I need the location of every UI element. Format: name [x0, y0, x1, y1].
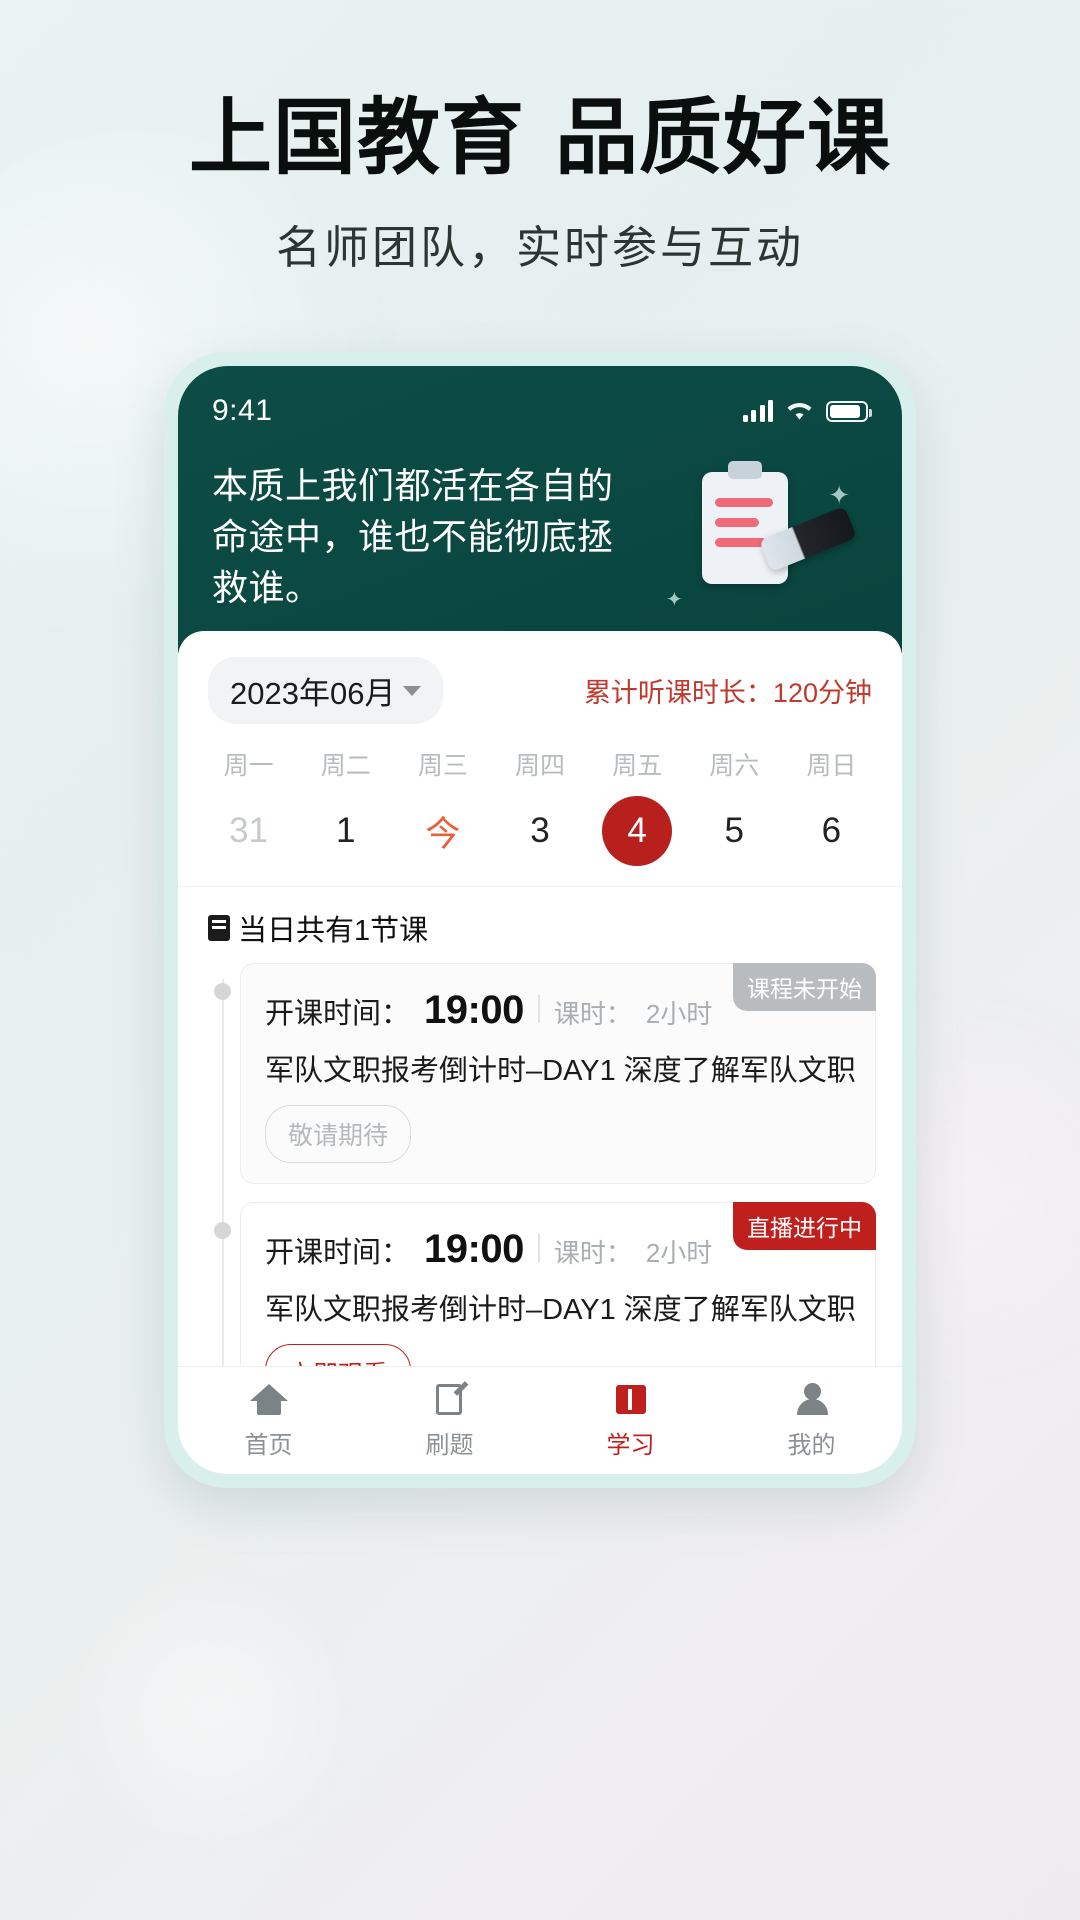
daily-quote: 本质上我们都活在各自的命途中，谁也不能彻底拯救谁。	[212, 465, 614, 609]
divider	[537, 995, 540, 1024]
phone-mockup: 9:41 本质上我们都活在各自的命途中，谁也不能彻底拯救谁。 ✦ ✦ 2023年…	[164, 352, 916, 1488]
date-label: 1	[335, 811, 356, 851]
book-icon	[208, 915, 230, 942]
calendar-header: 2023年06月 累计听课时长：120分钟	[178, 631, 902, 736]
date-cell[interactable]: 1	[297, 796, 394, 866]
duration-label: 课时：	[553, 1238, 632, 1269]
promo-subtitle: 名师团队，实时参与互动	[275, 221, 804, 273]
date-cell[interactable]: 3	[491, 796, 588, 866]
status-indicators	[742, 400, 872, 422]
start-label: 开课时间：	[265, 1237, 411, 1270]
weekday-sat: 周六	[709, 752, 760, 781]
course-action-button[interactable]: 敬请期待	[265, 1105, 412, 1164]
timeline-dot	[214, 1222, 231, 1240]
month-label: 2023年06月	[230, 676, 396, 712]
sparkle-icon-1: ✦	[828, 480, 850, 510]
duration-value: 2小时	[645, 1238, 713, 1269]
paper-pen-icon	[431, 1380, 469, 1418]
date-cell-selected[interactable]: 4	[589, 796, 686, 867]
status-time: 9:41	[212, 394, 273, 427]
tab-label: 学习	[606, 1431, 655, 1459]
timeline-dot	[214, 983, 231, 1001]
date-label: 4	[602, 796, 673, 867]
start-time: 19:00	[424, 988, 524, 1033]
user-icon	[793, 1382, 831, 1418]
tab-home[interactable]: 首页	[178, 1382, 359, 1460]
day-summary: 当日共有1节课	[178, 887, 902, 959]
duration-label: 课时：	[553, 999, 632, 1030]
quote-section: 本质上我们都活在各自的命途中，谁也不能彻底拯救谁。 ✦ ✦	[212, 460, 868, 613]
date-cell[interactable]: 5	[686, 796, 783, 866]
bottom-tab-bar: 首页 刷题 学习 我的	[178, 1366, 902, 1474]
start-label: 开课时间：	[265, 998, 411, 1031]
date-label: 5	[724, 811, 744, 851]
date-label: 3	[530, 811, 550, 851]
tab-label: 刷题	[425, 1431, 474, 1459]
tab-practice[interactable]: 刷题	[359, 1380, 540, 1460]
weekday-thu: 周四	[514, 752, 565, 781]
home-icon	[249, 1382, 288, 1418]
date-cell-today[interactable]: 今	[394, 796, 491, 866]
weekday-row: 周一 周二 周三 周四 周五 周六 周日	[178, 736, 902, 782]
course-title: 军队文职报考倒计时–DAY1 深度了解军队文职	[265, 1055, 856, 1088]
chevron-down-icon	[403, 685, 422, 696]
divider	[537, 1234, 540, 1263]
promo-title: 上国教育 品质好课	[189, 89, 891, 186]
tab-study[interactable]: 学习	[540, 1382, 721, 1460]
date-label: 31	[229, 811, 269, 851]
weekday-tue: 周二	[320, 752, 371, 781]
wifi-icon	[786, 401, 813, 421]
signal-icon	[742, 400, 773, 422]
listening-total: 累计听课时长：120分钟	[583, 678, 872, 709]
duration-value: 2小时	[645, 999, 713, 1030]
tab-mine[interactable]: 我的	[721, 1382, 902, 1460]
content-sheet: 2023年06月 累计听课时长：120分钟 周一 周二 周三 周四 周五 周六 …	[178, 631, 902, 1474]
weekday-mon: 周一	[223, 752, 274, 781]
weekday-fri: 周五	[612, 752, 663, 781]
hero-illustration: ✦ ✦	[650, 461, 860, 616]
promo-header: 上国教育 品质好课 名师团队，实时参与互动	[0, 89, 1080, 276]
list-item[interactable]: 课程未开始 开课时间： 19:00 课时： 2小时 军队文职报考倒计时–DAY1…	[214, 963, 876, 1185]
day-summary-label: 当日共有1节课	[238, 915, 429, 948]
date-label: 今	[425, 814, 461, 854]
start-time: 19:00	[424, 1227, 524, 1272]
tab-label: 我的	[787, 1431, 836, 1459]
date-cell[interactable]: 31	[200, 796, 297, 866]
status-badge: 课程未开始	[733, 963, 876, 1012]
hero-banner: 9:41 本质上我们都活在各自的命途中，谁也不能彻底拯救谁。 ✦ ✦	[178, 366, 902, 654]
date-cell[interactable]: 6	[783, 796, 880, 866]
phone-screen: 9:41 本质上我们都活在各自的命途中，谁也不能彻底拯救谁。 ✦ ✦ 2023年…	[178, 366, 902, 1474]
status-bar: 9:41	[212, 388, 872, 434]
background-blob-3	[60, 1560, 360, 1860]
status-badge: 直播进行中	[733, 1202, 876, 1251]
course-title: 军队文职报考倒计时–DAY1 深度了解军队文职	[265, 1294, 856, 1327]
course-card[interactable]: 课程未开始 开课时间： 19:00 课时： 2小时 军队文职报考倒计时–DAY1…	[240, 963, 876, 1185]
weekday-wed: 周三	[417, 752, 468, 781]
date-label: 6	[821, 811, 842, 851]
month-selector[interactable]: 2023年06月	[208, 657, 444, 725]
battery-icon	[826, 400, 872, 422]
book-icon	[612, 1382, 650, 1418]
sparkle-icon-2: ✦	[666, 589, 683, 611]
tab-label: 首页	[244, 1431, 293, 1459]
weekday-sun: 周日	[806, 752, 857, 781]
date-row: 31 1 今 3 4 5 6	[178, 782, 902, 888]
